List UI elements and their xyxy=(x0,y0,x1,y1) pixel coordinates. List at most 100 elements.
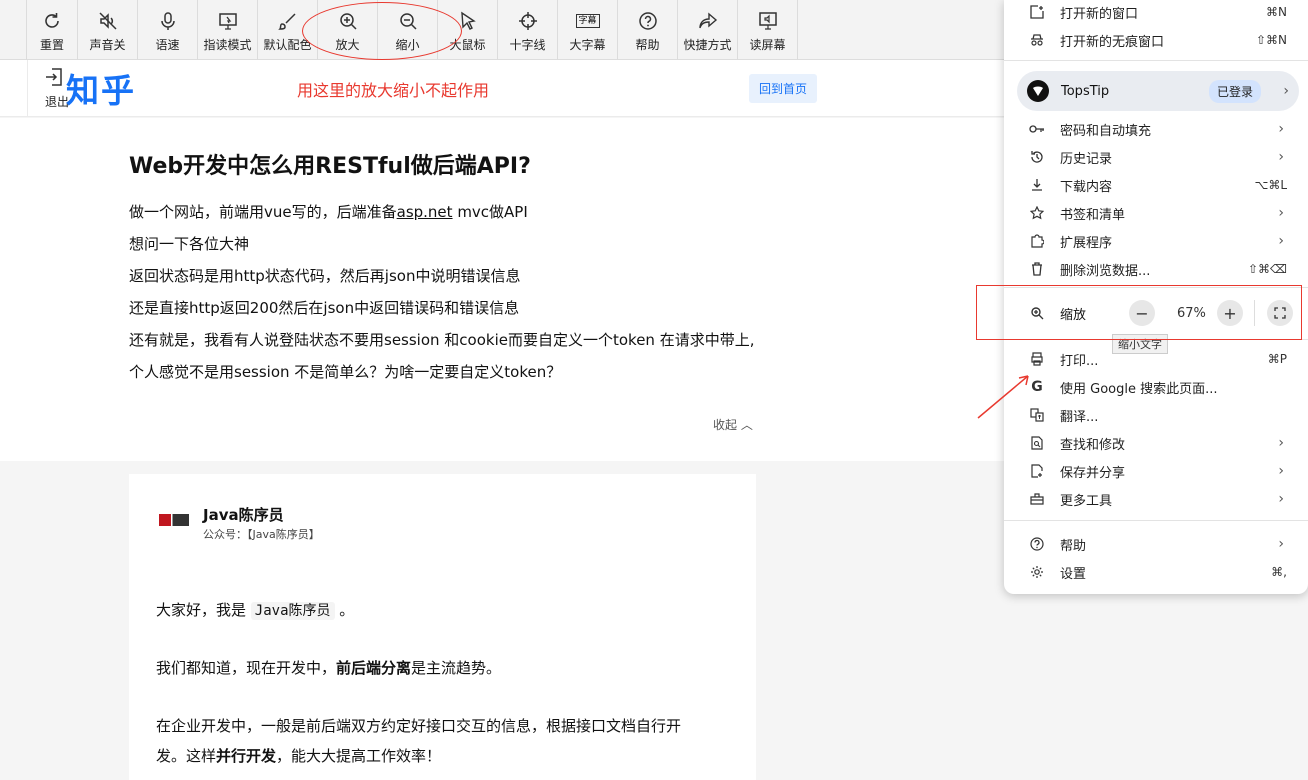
collapse-button[interactable]: 收起 ︿ xyxy=(713,416,753,433)
menu-google-search[interactable]: G 使用 Google 搜索此页面... xyxy=(1004,373,1308,401)
speed-button[interactable]: 语速 xyxy=(138,0,198,60)
crosshair-button[interactable]: 十字线 xyxy=(498,0,558,60)
menu-find-edit[interactable]: 查找和修改 › xyxy=(1004,429,1308,457)
menu-bookmarks[interactable]: 书签和清单 › xyxy=(1004,199,1308,227)
menu-new-window[interactable]: 打开新的窗口 ⌘N xyxy=(1004,0,1308,26)
zhihu-header: 退出 知乎 用这里的放大缩小不起作用 回到首页 xyxy=(0,60,1004,117)
sound-off-button[interactable]: 声音关 xyxy=(78,0,138,60)
key-icon xyxy=(1029,121,1045,137)
extensions-label: 扩展程序 xyxy=(1060,235,1113,251)
printer-icon xyxy=(1029,351,1045,367)
history-label: 历史记录 xyxy=(1060,151,1113,167)
chevron-right-icon: › xyxy=(1278,463,1284,479)
downloads-label: 下载内容 xyxy=(1060,179,1113,195)
question-line-1-post: mvc做API xyxy=(452,203,528,221)
translate-label: 翻译... xyxy=(1060,409,1099,425)
p1-post: 。 xyxy=(334,601,355,619)
asp-net-link[interactable]: asp.net xyxy=(397,203,453,221)
profile-avatar-icon xyxy=(1027,80,1049,102)
question-line-1-pre: 做一个网站，前端用vue写的，后端准备 xyxy=(129,203,397,221)
question-line-3: 返回状态码是用http状态代码，然后再json中说明错误信息 xyxy=(129,267,521,285)
history-icon xyxy=(1029,149,1045,165)
incognito-icon xyxy=(1029,32,1045,48)
help-label: 帮助 xyxy=(635,38,660,52)
settings-label: 设置 xyxy=(1060,566,1087,582)
save-page-icon xyxy=(1029,463,1045,479)
passwords-label: 密码和自动填充 xyxy=(1060,123,1152,139)
answer-paragraph-2: 我们都知道，现在开发中，前后端分离是主流趋势。 xyxy=(156,653,726,683)
help-icon xyxy=(636,9,660,33)
inline-code: Java陈序员 xyxy=(250,602,335,620)
caption-label: 大字幕 xyxy=(569,38,606,52)
menu-divider xyxy=(1004,60,1308,61)
shortcut-button[interactable]: 快捷方式 xyxy=(678,0,738,60)
toolbox-icon xyxy=(1029,491,1045,507)
question-title: Web开发中怎么用RESTful做后端API? xyxy=(129,154,531,179)
caption-icon-text: 字幕 xyxy=(575,14,600,28)
p1-pre: 大家好，我是 xyxy=(156,601,251,619)
find-page-icon xyxy=(1029,435,1045,451)
menu-save-share[interactable]: 保存并分享 › xyxy=(1004,457,1308,485)
profile-row[interactable]: TopsTip 已登录 › xyxy=(1017,71,1299,111)
avatar[interactable] xyxy=(159,514,189,526)
p2-post: 是主流趋势。 xyxy=(411,659,502,677)
google-search-label: 使用 Google 搜索此页面... xyxy=(1060,381,1218,397)
p3-pre: 发。这样 xyxy=(156,747,217,765)
question-body: 做一个网站，前端用vue写的，后端准备asp.net mvc做API 想问一下各… xyxy=(129,196,759,388)
question-line-4: 还是直接http返回200然后在json中返回错误码和错误信息 xyxy=(129,299,520,317)
menu-extensions[interactable]: 扩展程序 › xyxy=(1004,227,1308,255)
menu-clear-data[interactable]: 删除浏览数据... ⇧⌘⌫ xyxy=(1004,255,1308,283)
answer-paragraph-3: 在企业开发中，一般是前后端双方约定好接口交互的信息，根据接口文档自行开 发。这样… xyxy=(156,711,726,771)
p2-pre: 我们都知道，现在开发中， xyxy=(156,659,337,677)
author-name[interactable]: Java陈序员 xyxy=(203,504,284,525)
chevron-right-icon: › xyxy=(1278,233,1284,249)
help-menu-label: 帮助 xyxy=(1060,538,1087,554)
p3-bold: 并行开发 xyxy=(216,747,277,765)
incognito-shortcut: ⇧⌘N xyxy=(1255,33,1287,47)
home-button[interactable]: 回到首页 xyxy=(749,74,818,103)
caption-icon: 字幕 xyxy=(575,9,600,33)
annotation-arrow xyxy=(977,375,1029,419)
p3-post: ，能大大提高工作效率！ xyxy=(276,747,442,765)
microphone-icon xyxy=(156,9,180,33)
crosshair-label: 十字线 xyxy=(509,38,546,52)
menu-translate[interactable]: 翻译... xyxy=(1004,401,1308,429)
menu-history[interactable]: 历史记录 › xyxy=(1004,143,1308,171)
find-edit-label: 查找和修改 xyxy=(1060,437,1126,453)
help-button[interactable]: 帮助 xyxy=(618,0,678,60)
reset-icon xyxy=(40,9,64,33)
help-circle-icon xyxy=(1029,536,1045,552)
settings-shortcut: ⌘, xyxy=(1271,565,1287,579)
download-icon xyxy=(1029,177,1045,193)
menu-passwords[interactable]: 密码和自动填充 › xyxy=(1004,115,1308,143)
chevron-right-icon: › xyxy=(1278,149,1284,165)
zhihu-logo[interactable]: 知乎 xyxy=(66,64,136,112)
menu-downloads[interactable]: 下载内容 ⌥⌘L xyxy=(1004,171,1308,199)
screen-reader-label: 读屏幕 xyxy=(749,38,786,52)
question-line-5: 还有就是，我看有人说登陆状态不要用session 和cookie而要自定义一个t… xyxy=(129,331,755,349)
menu-help[interactable]: 帮助 › xyxy=(1004,530,1308,558)
new-window-label: 打开新的窗口 xyxy=(1060,6,1139,22)
sound-off-label: 声音关 xyxy=(89,38,126,52)
p3-line-2: 发。这样并行开发，能大大提高工作效率！ xyxy=(156,741,726,771)
menu-settings[interactable]: 设置 ⌘, xyxy=(1004,558,1308,586)
downloads-shortcut: ⌥⌘L xyxy=(1254,178,1287,192)
screen-reader-button[interactable]: 读屏幕 xyxy=(738,0,798,60)
annotation-rectangle xyxy=(976,285,1302,340)
save-share-label: 保存并分享 xyxy=(1060,465,1126,481)
share-icon xyxy=(696,9,720,33)
screen-reader-icon xyxy=(756,9,780,33)
menu-more-tools[interactable]: 更多工具 › xyxy=(1004,485,1308,513)
caption-button[interactable]: 字幕 大字幕 xyxy=(558,0,618,60)
gear-icon xyxy=(1029,564,1045,580)
clear-data-shortcut: ⇧⌘⌫ xyxy=(1247,262,1287,276)
point-read-button[interactable]: 指读模式 xyxy=(198,0,258,60)
point-read-label: 指读模式 xyxy=(203,38,252,52)
new-window-icon xyxy=(1029,4,1045,20)
p2-bold: 前后端分离 xyxy=(336,659,412,677)
answer-card: Java陈序员 公众号：【Java陈序员】 大家好，我是 Java陈序员 。 我… xyxy=(129,474,756,780)
sound-off-icon xyxy=(96,9,120,33)
menu-incognito[interactable]: 打开新的无痕窗口 ⇧⌘N xyxy=(1004,26,1308,54)
chevron-right-icon: › xyxy=(1278,205,1284,221)
reset-button[interactable]: 重置 xyxy=(26,0,78,60)
